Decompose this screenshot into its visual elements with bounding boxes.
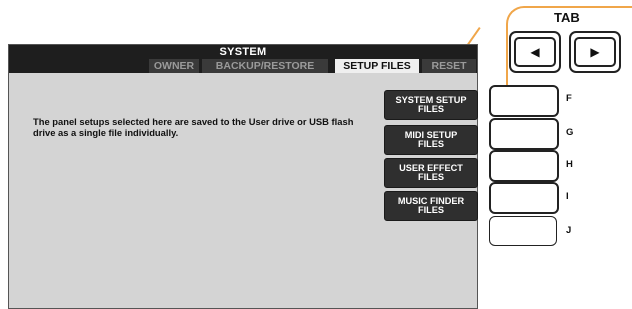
f-button-label: F	[566, 93, 572, 104]
system-screen: SYSTEM OWNER BACKUP/RESTORE SETUP FILES …	[8, 44, 478, 309]
setup-description: The panel setups selected here are saved…	[33, 116, 354, 138]
g-button[interactable]	[489, 118, 559, 150]
tab-right-button[interactable]: ▶	[569, 31, 621, 73]
tab-control-label: TAB	[554, 10, 580, 25]
h-button[interactable]	[489, 150, 559, 182]
g-button-label: G	[566, 127, 574, 138]
midi-setup-files-button[interactable]: MIDI SETUP FILES	[384, 125, 478, 155]
i-button[interactable]	[489, 182, 559, 214]
right-arrow-icon: ▶	[574, 37, 616, 67]
f-button[interactable]	[489, 85, 559, 117]
tab-left-button[interactable]: ◀	[509, 31, 561, 73]
tab-setup-files[interactable]: SETUP FILES	[335, 59, 419, 73]
left-arrow-icon: ◀	[514, 37, 556, 67]
h-button-label: H	[566, 159, 573, 170]
system-setup-files-button[interactable]: SYSTEM SETUP FILES	[384, 90, 478, 120]
j-button-label: J	[566, 225, 572, 236]
tab-backup-restore[interactable]: BACKUP/RESTORE	[202, 59, 328, 73]
tab-reset[interactable]: RESET	[422, 59, 476, 73]
user-effect-files-button[interactable]: USER EFFECT FILES	[384, 158, 478, 188]
music-finder-files-button[interactable]: MUSIC FINDER FILES	[384, 191, 478, 221]
i-button-label: I	[566, 191, 569, 202]
tab-owner[interactable]: OWNER	[149, 59, 199, 73]
j-button[interactable]	[489, 216, 557, 246]
title-bar: SYSTEM OWNER BACKUP/RESTORE SETUP FILES …	[9, 45, 477, 73]
page-title: SYSTEM	[219, 46, 267, 58]
